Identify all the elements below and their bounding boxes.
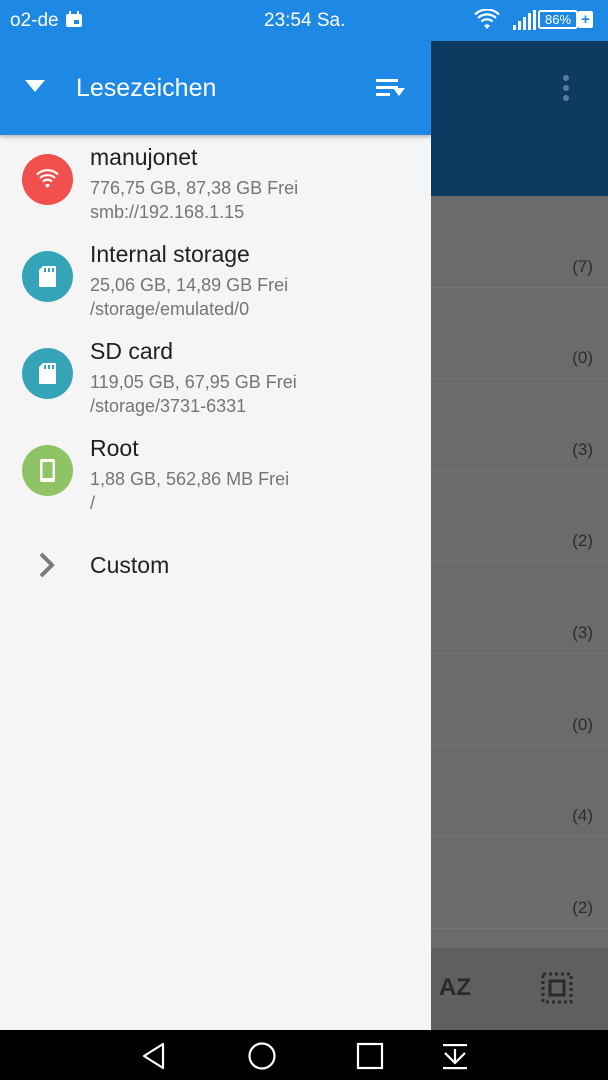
item-count: (3) xyxy=(572,622,593,642)
item-count: (0) xyxy=(572,348,593,368)
background-toolbar xyxy=(431,41,608,196)
sort-az-label: AZ xyxy=(439,974,471,1001)
bookmark-path: /storage/emulated/0 xyxy=(90,299,250,319)
drawer-title[interactable]: Lesezeichen xyxy=(76,74,216,103)
bookmark-name: manujonet xyxy=(90,144,198,170)
dropdown-caret-icon[interactable] xyxy=(24,79,46,93)
item-count: (4) xyxy=(572,806,593,826)
bookmark-size: 776,75 GB, 87,38 GB Frei xyxy=(90,178,299,198)
list-item: (2) xyxy=(431,471,608,563)
phone-icon xyxy=(22,445,73,496)
bookmark-size: 119,05 GB, 67,95 GB Frei xyxy=(90,372,297,392)
background-bottom-bar: AZ xyxy=(431,948,608,1030)
wifi-icon xyxy=(474,9,500,29)
system-navigation-bar xyxy=(0,1030,608,1080)
bookmark-name: Root xyxy=(90,435,139,461)
bookmark-root[interactable]: Root 1,88 GB, 562,86 MB Frei / xyxy=(0,435,431,532)
list-item: (0) xyxy=(431,654,608,746)
item-count: (2) xyxy=(572,531,593,551)
select-all-icon xyxy=(541,972,573,1004)
sd-card-icon xyxy=(22,251,73,302)
bookmark-size: 1,88 GB, 562,86 MB Frei xyxy=(90,469,290,489)
bookmark-internal-storage[interactable]: Internal storage 25,06 GB, 14,89 GB Frei… xyxy=(0,241,431,338)
notification-pulldown-icon[interactable] xyxy=(440,1041,470,1071)
overflow-menu-icon xyxy=(561,75,571,105)
back-icon[interactable] xyxy=(139,1041,169,1071)
bookmark-name: Internal storage xyxy=(90,241,250,267)
battery-icon: 86% xyxy=(538,10,578,29)
status-bar: o2-de 23:54 Sa. 86% + xyxy=(0,0,608,41)
bookmark-name: SD card xyxy=(90,338,174,364)
navigation-drawer: Lesezeichen manujonet 776,75 GB, 87,38 G… xyxy=(0,41,431,1030)
home-icon[interactable] xyxy=(247,1041,277,1071)
sort-list-icon[interactable] xyxy=(376,77,406,99)
list-item: (0) xyxy=(431,288,608,380)
calendar-icon xyxy=(66,11,82,27)
clock: 23:54 Sa. xyxy=(264,10,346,31)
recent-apps-icon[interactable] xyxy=(355,1041,385,1071)
item-count: (0) xyxy=(572,714,593,734)
list-item: (7) xyxy=(431,196,608,288)
bookmark-manujonet[interactable]: manujonet 776,75 GB, 87,38 GB Frei smb:/… xyxy=(0,144,431,241)
wifi-icon xyxy=(22,154,73,205)
list-item: (2) xyxy=(431,837,608,929)
bookmark-sd-card[interactable]: SD card 119,05 GB, 67,95 GB Frei /storag… xyxy=(0,338,431,435)
custom-section-toggle[interactable]: Custom xyxy=(0,541,431,591)
background-rows: (7) (0) (3) (2) (3) (0) (4) (2) xyxy=(431,196,608,929)
list-item: (4) xyxy=(431,746,608,838)
custom-label: Custom xyxy=(90,552,170,578)
item-count: (3) xyxy=(572,439,593,459)
list-item: (3) xyxy=(431,562,608,654)
chevron-right-icon xyxy=(39,552,55,578)
signal-icon xyxy=(513,10,536,30)
bookmark-path: /storage/3731-6331 xyxy=(90,396,247,416)
bookmark-size: 25,06 GB, 14,89 GB Frei xyxy=(90,275,289,295)
bookmark-path: / xyxy=(90,493,96,513)
sd-card-icon xyxy=(22,348,73,399)
item-count: (2) xyxy=(572,897,593,917)
item-count: (7) xyxy=(572,256,593,276)
background-file-list: (7) (0) (3) (2) (3) (0) (4) (2) AZ xyxy=(431,41,608,1030)
battery-level: 86% xyxy=(544,12,572,27)
charging-icon: + xyxy=(578,11,593,28)
bookmark-path: smb://192.168.1.15 xyxy=(90,202,245,222)
list-item: (3) xyxy=(431,379,608,471)
drawer-header: Lesezeichen xyxy=(0,41,431,135)
carrier-label: o2-de xyxy=(10,10,59,31)
